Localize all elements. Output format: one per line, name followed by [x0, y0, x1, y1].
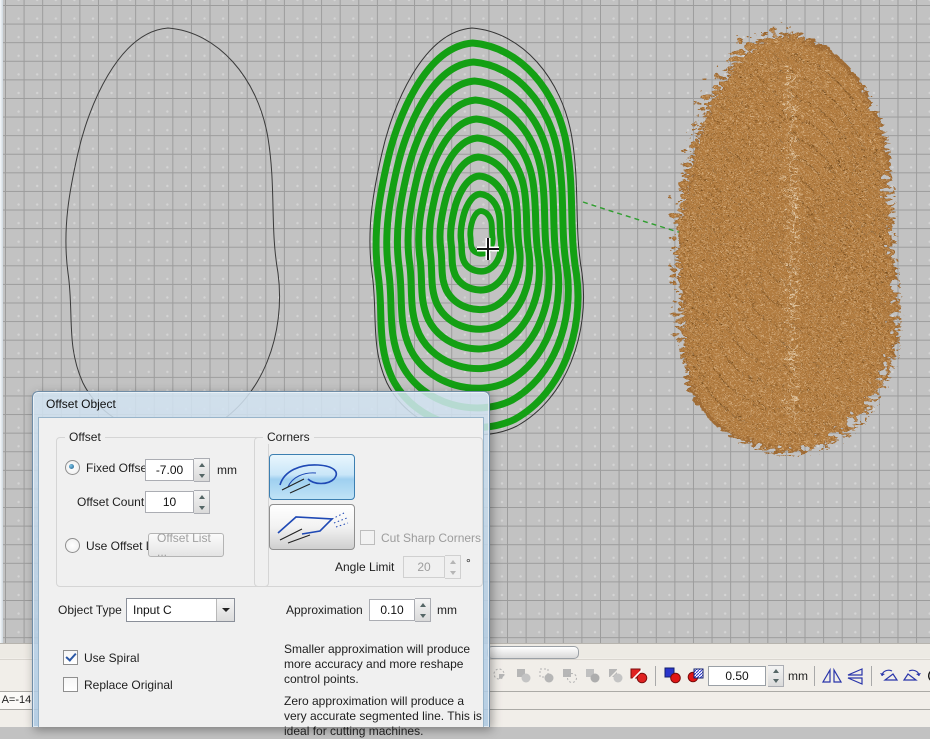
cut-sharp-corners-checkbox[interactable] — [360, 530, 375, 545]
fixed-offset-spinner[interactable] — [194, 458, 210, 482]
shaping-weld-icon[interactable] — [490, 664, 511, 688]
rotate-ccw-icon[interactable] — [878, 664, 899, 688]
mirror-horizontal-icon[interactable] — [821, 664, 842, 688]
angle-limit-label: Angle Limit — [335, 560, 394, 574]
offset-group-label: Offset — [65, 430, 105, 444]
round-corners-icon — [274, 459, 350, 495]
offset-count-label: Offset Count — [77, 495, 140, 509]
object-type-value: Input C — [127, 603, 172, 617]
round-corners-button[interactable] — [269, 454, 355, 500]
approximation-note-1: Smaller approximation will produce more … — [284, 642, 482, 687]
angle-limit-field[interactable]: 20 — [403, 556, 445, 578]
shaping-back-minus-front-icon[interactable] — [605, 664, 626, 688]
replace-original-label: Replace Original — [84, 678, 173, 692]
chevron-down-icon — [222, 608, 230, 612]
overlap-objects-icon[interactable] — [662, 664, 683, 688]
toolbar-separator — [871, 666, 872, 686]
shaping-trim-icon[interactable] — [513, 664, 534, 688]
pattern-fill-icon[interactable] — [685, 664, 706, 688]
combo-dropdown-button[interactable] — [216, 599, 234, 621]
approximation-value: 0.10 — [380, 603, 403, 617]
offset-count-value: 10 — [163, 495, 176, 509]
corners-group: Corners Cut Sharp Corners Angle L — [254, 437, 483, 587]
status-bar: 0 A=-14 — [0, 691, 33, 710]
approximation-unit: mm — [437, 603, 457, 617]
angle-limit-unit: ° — [466, 556, 471, 570]
offset-list-button-label: Offset List ... — [157, 531, 215, 559]
use-spiral-label: Use Spiral — [84, 651, 139, 665]
object-type-combo[interactable]: Input C — [126, 598, 235, 622]
outline-width-unit: mm — [788, 669, 808, 683]
crosshair-cursor — [477, 238, 499, 260]
fixed-offset-field[interactable]: -7.00 — [145, 459, 194, 481]
fixed-offset-radio[interactable] — [65, 460, 80, 475]
approximation-field[interactable]: 0.10 — [369, 599, 415, 621]
rotate-cw-icon[interactable] — [901, 664, 922, 688]
outline-width-field[interactable]: 0.50 — [708, 666, 766, 686]
fixed-offset-label: Fixed Offset — [86, 461, 150, 475]
dialog-titlebar[interactable]: Offset Object — [33, 392, 489, 416]
fixed-offset-value: -7.00 — [156, 463, 183, 477]
sharp-corners-icon — [274, 509, 350, 545]
offset-object-dialog: Offset Object Offset Fixed Offset -7.00 … — [32, 391, 490, 727]
sharp-corners-button[interactable] — [269, 504, 355, 550]
approximation-spinner[interactable] — [415, 598, 431, 622]
dialog-title: Offset Object — [46, 397, 116, 411]
approximation-note-2: Zero approximation will produce a very a… — [284, 694, 482, 739]
offset-count-field[interactable]: 10 — [145, 491, 194, 513]
use-spiral-checkbox[interactable] — [63, 650, 78, 665]
angle-limit-spinner[interactable] — [445, 555, 461, 579]
offset-list-button[interactable]: Offset List ... — [148, 533, 224, 557]
outline-width-value: 0.50 — [725, 669, 748, 683]
shaping-front-minus-back-icon[interactable] — [582, 664, 603, 688]
shaping-simplify-icon[interactable] — [559, 664, 580, 688]
outline-width-spinner[interactable] — [768, 665, 784, 687]
shaping-intersect-icon[interactable] — [536, 664, 557, 688]
toolbar-separator — [814, 666, 815, 686]
angle-limit-value: 20 — [417, 560, 430, 574]
offset-group: Offset Fixed Offset -7.00 mm Offset Coun… — [56, 437, 269, 587]
scrollbar-thumb[interactable] — [487, 646, 579, 659]
use-offset-list-radio[interactable] — [65, 538, 80, 553]
mirror-vertical-icon[interactable] — [844, 664, 865, 688]
shaping-divide-icon[interactable] — [628, 664, 649, 688]
dialog-client-area: Offset Fixed Offset -7.00 mm Offset Coun… — [38, 417, 484, 727]
offset-spiral-shape[interactable] — [370, 28, 584, 435]
offset-count-spinner[interactable] — [194, 490, 210, 514]
corners-group-label: Corners — [263, 430, 314, 444]
status-text: 0 A=-14 — [0, 694, 31, 706]
free-rotate-icon[interactable] — [924, 664, 930, 688]
outline-shape[interactable] — [66, 28, 280, 435]
fixed-offset-unit: mm — [217, 463, 237, 477]
object-type-label: Object Type — [58, 603, 122, 617]
stitch-fill-shape[interactable] — [673, 29, 891, 444]
cut-sharp-corners-label: Cut Sharp Corners — [381, 531, 481, 545]
canvas-left-edge — [0, 0, 3, 643]
approximation-label: Approximation — [286, 603, 363, 617]
toolbar-separator — [655, 666, 656, 686]
replace-original-checkbox[interactable] — [63, 677, 78, 692]
